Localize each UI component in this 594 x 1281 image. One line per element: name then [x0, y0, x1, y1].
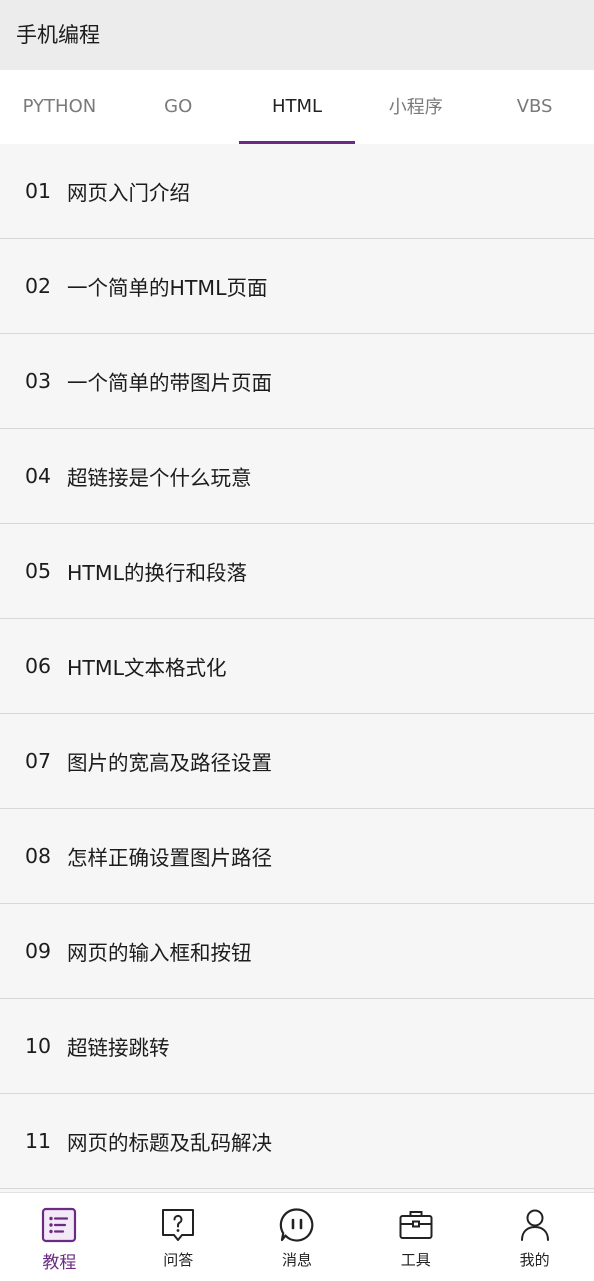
lesson-item[interactable]: 09 网页的输入框和按钮 — [0, 904, 594, 999]
lesson-item[interactable]: 04 超链接是个什么玩意 — [0, 429, 594, 524]
nav-label: 教程 — [42, 1253, 77, 1273]
tab-vbs[interactable]: VBS — [475, 70, 594, 144]
nav-tools[interactable]: 工具 — [356, 1193, 475, 1281]
lesson-title: 超链接跳转 — [67, 1036, 170, 1060]
lesson-title: HTML的换行和段落 — [67, 561, 248, 585]
lesson-title: 一个简单的带图片页面 — [67, 371, 272, 395]
list-icon — [41, 1207, 77, 1243]
category-tabs: PYTHON GO HTML 小程序 VBS — [0, 70, 594, 144]
lesson-title: 网页入门介绍 — [67, 181, 190, 205]
lesson-title: HTML文本格式化 — [67, 656, 227, 680]
toolbox-icon — [398, 1207, 434, 1243]
tab-label: GO — [164, 95, 193, 117]
lesson-item[interactable]: 08 怎样正确设置图片路径 — [0, 809, 594, 904]
lesson-title: 怎样正确设置图片路径 — [67, 846, 272, 870]
nav-label: 消息 — [281, 1251, 312, 1269]
nav-messages[interactable]: 消息 — [238, 1193, 357, 1281]
nav-profile[interactable]: 我的 — [475, 1193, 594, 1281]
tab-label: 小程序 — [388, 97, 443, 118]
app-title: 手机编程 — [16, 23, 100, 47]
lesson-item[interactable]: 11 网页的标题及乱码解决 — [0, 1094, 594, 1189]
lesson-number: 11 — [25, 1129, 52, 1153]
lesson-list[interactable]: 01 网页入门介绍 02 一个简单的HTML页面 03 一个简单的带图片页面 0… — [0, 144, 594, 1192]
nav-label: 问答 — [163, 1251, 194, 1269]
lesson-item[interactable]: 06 HTML文本格式化 — [0, 619, 594, 714]
tab-mini-program[interactable]: 小程序 — [356, 70, 475, 144]
lesson-number: 09 — [25, 939, 52, 963]
tab-python[interactable]: PYTHON — [0, 70, 119, 144]
lesson-number: 05 — [25, 559, 52, 583]
tab-html[interactable]: HTML — [238, 70, 357, 144]
lesson-number: 10 — [25, 1034, 52, 1058]
nav-tutorials[interactable]: 教程 — [0, 1193, 119, 1281]
tab-label: PYTHON — [22, 95, 97, 117]
lesson-item[interactable]: 01 网页入门介绍 — [0, 144, 594, 239]
nav-qa[interactable]: 问答 — [119, 1193, 238, 1281]
lesson-number: 07 — [25, 749, 52, 773]
lesson-item[interactable]: 03 一个简单的带图片页面 — [0, 334, 594, 429]
app-bar: 手机编程 — [0, 0, 594, 70]
tab-label: VBS — [516, 95, 553, 117]
lesson-number: 08 — [25, 844, 52, 868]
lesson-item[interactable]: 07 图片的宽高及路径设置 — [0, 714, 594, 809]
lesson-number: 03 — [25, 369, 52, 393]
lesson-title: 图片的宽高及路径设置 — [67, 751, 272, 775]
lesson-item[interactable]: 02 一个简单的HTML页面 — [0, 239, 594, 334]
user-icon — [517, 1207, 553, 1243]
bottom-nav: 教程 问答 消息 工具 我的 — [0, 1192, 594, 1281]
nav-label: 工具 — [400, 1251, 431, 1269]
tab-go[interactable]: GO — [119, 70, 238, 144]
question-icon — [160, 1207, 196, 1243]
lesson-title: 一个简单的HTML页面 — [67, 276, 268, 300]
nav-label: 我的 — [519, 1251, 550, 1269]
lesson-number: 01 — [25, 179, 52, 203]
lesson-title: 网页的输入框和按钮 — [67, 941, 252, 965]
lesson-item[interactable]: 10 超链接跳转 — [0, 999, 594, 1094]
message-icon — [279, 1207, 315, 1243]
lesson-number: 06 — [25, 654, 52, 678]
lesson-number: 04 — [25, 464, 52, 488]
lesson-item[interactable]: 05 HTML的换行和段落 — [0, 524, 594, 619]
lesson-title: 超链接是个什么玩意 — [67, 466, 252, 490]
lesson-number: 02 — [25, 274, 52, 298]
tab-label: HTML — [271, 95, 323, 117]
lesson-title: 网页的标题及乱码解决 — [67, 1131, 272, 1155]
